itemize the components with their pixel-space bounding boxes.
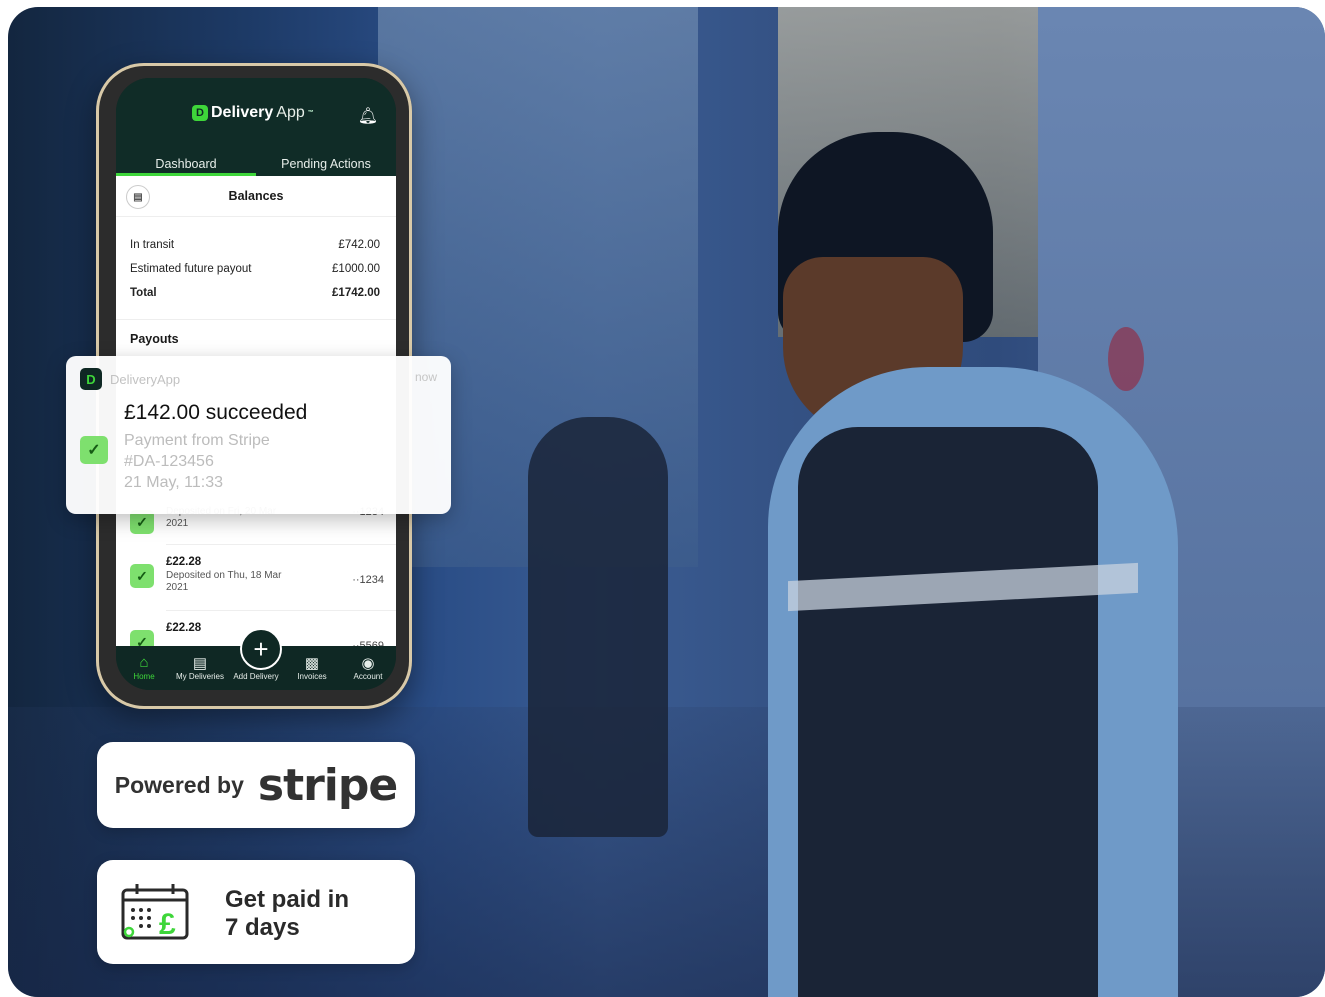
divider [166, 610, 396, 611]
notification-body: Payment from Stripe #DA-123456 21 May, 1… [124, 430, 270, 493]
balance-label: In transit [130, 239, 175, 251]
get-paid-line: 7 days [225, 914, 300, 941]
delivery-logo-icon: D [192, 105, 208, 121]
get-paid-text: Get paid in 7 days [225, 886, 349, 942]
trademark: ™ [307, 110, 314, 116]
app-header: D Delivery App ™ 🔔︎ Dashboard Pending Acti… [116, 78, 396, 176]
nav-my-deliveries[interactable]: ▤ My Deliveries [172, 646, 228, 690]
add-delivery-button[interactable]: + [240, 628, 282, 670]
bank-icon: ▤ [126, 185, 150, 209]
balance-row-future: Estimated future payout £1000.00 [116, 257, 396, 281]
balance-value: £742.00 [338, 239, 380, 251]
payout-amount: £22.28 [166, 622, 202, 634]
get-paid-card: £ Get paid in 7 days [97, 860, 415, 964]
check-icon: ✓ [80, 436, 108, 464]
balances-title: Balances [228, 189, 284, 203]
notification-line: Payment from Stripe [124, 432, 270, 449]
app-name-light: App [276, 104, 305, 121]
nav-label: Account [353, 672, 383, 681]
balance-label: Estimated future payout [130, 263, 252, 275]
nav-invoices[interactable]: ▩ Invoices [284, 646, 340, 690]
get-paid-line: Get paid in [225, 886, 350, 913]
balance-value: £1000.00 [332, 263, 380, 275]
background-person [528, 417, 668, 837]
notification-time: now [414, 370, 437, 384]
payment-notification[interactable]: D DeliveryApp now ✓ £142.00 succeeded Pa… [66, 356, 451, 514]
divider [166, 544, 396, 545]
nav-label: Home [133, 672, 155, 681]
tab-bar: Dashboard Pending Actions [116, 154, 396, 176]
delivery-logo-icon: D [80, 368, 102, 390]
balance-row-total: Total £1742.00 [116, 281, 396, 305]
balance-row-in-transit: In transit £742.00 [116, 233, 396, 257]
nav-label: My Deliveries [175, 672, 224, 681]
notification-line: 21 May, 11:33 [124, 474, 224, 491]
powered-by-stripe-badge: Powered by stripe [97, 742, 415, 828]
truck-icon: ▤ [192, 655, 208, 672]
home-icon: ⌂ [139, 654, 149, 671]
stripe-logo: stripe [257, 759, 398, 811]
notification-app: D DeliveryApp [80, 368, 180, 390]
svg-text:£: £ [159, 908, 176, 940]
check-icon: ✓ [130, 564, 154, 588]
notification-app-name: DeliveryApp [110, 371, 181, 387]
payout-date: Deposited on Thu, 18 Mar 2021 [166, 570, 282, 593]
nav-home[interactable]: ⌂ Home [116, 646, 172, 690]
payout-account: ··1234 [352, 574, 384, 586]
plus-icon: + [253, 633, 269, 664]
payout-amount: £22.28 [166, 556, 202, 568]
calendar-pound-icon: £ [121, 884, 189, 940]
bell-icon[interactable]: 🔔︎ [358, 106, 378, 126]
nav-label: Add Delivery [233, 672, 279, 681]
nav-account[interactable]: ◉ Account [340, 646, 396, 690]
document-icon: ▩ [304, 655, 320, 672]
tab-pending-actions[interactable]: Pending Actions [256, 154, 396, 176]
balance-value: £1742.00 [332, 287, 380, 299]
user-icon: ◉ [361, 655, 375, 672]
payout-item[interactable]: ✓ £22.28 Deposited on Thu, 18 Mar 2021 ·… [130, 548, 388, 608]
app-name-bold: Delivery [211, 104, 274, 121]
tab-dashboard[interactable]: Dashboard [116, 154, 256, 176]
app-logo: D Delivery App ™ [192, 104, 314, 122]
payouts-title: Payouts [116, 319, 396, 358]
notification-line: #DA-123456 [124, 453, 214, 470]
notification-title: £142.00 succeeded [124, 401, 308, 424]
balances-header: ▤ Balances [116, 176, 396, 217]
nav-label: Invoices [297, 672, 327, 681]
balance-label: Total [130, 287, 157, 299]
powered-by-text: Powered by [114, 771, 244, 798]
